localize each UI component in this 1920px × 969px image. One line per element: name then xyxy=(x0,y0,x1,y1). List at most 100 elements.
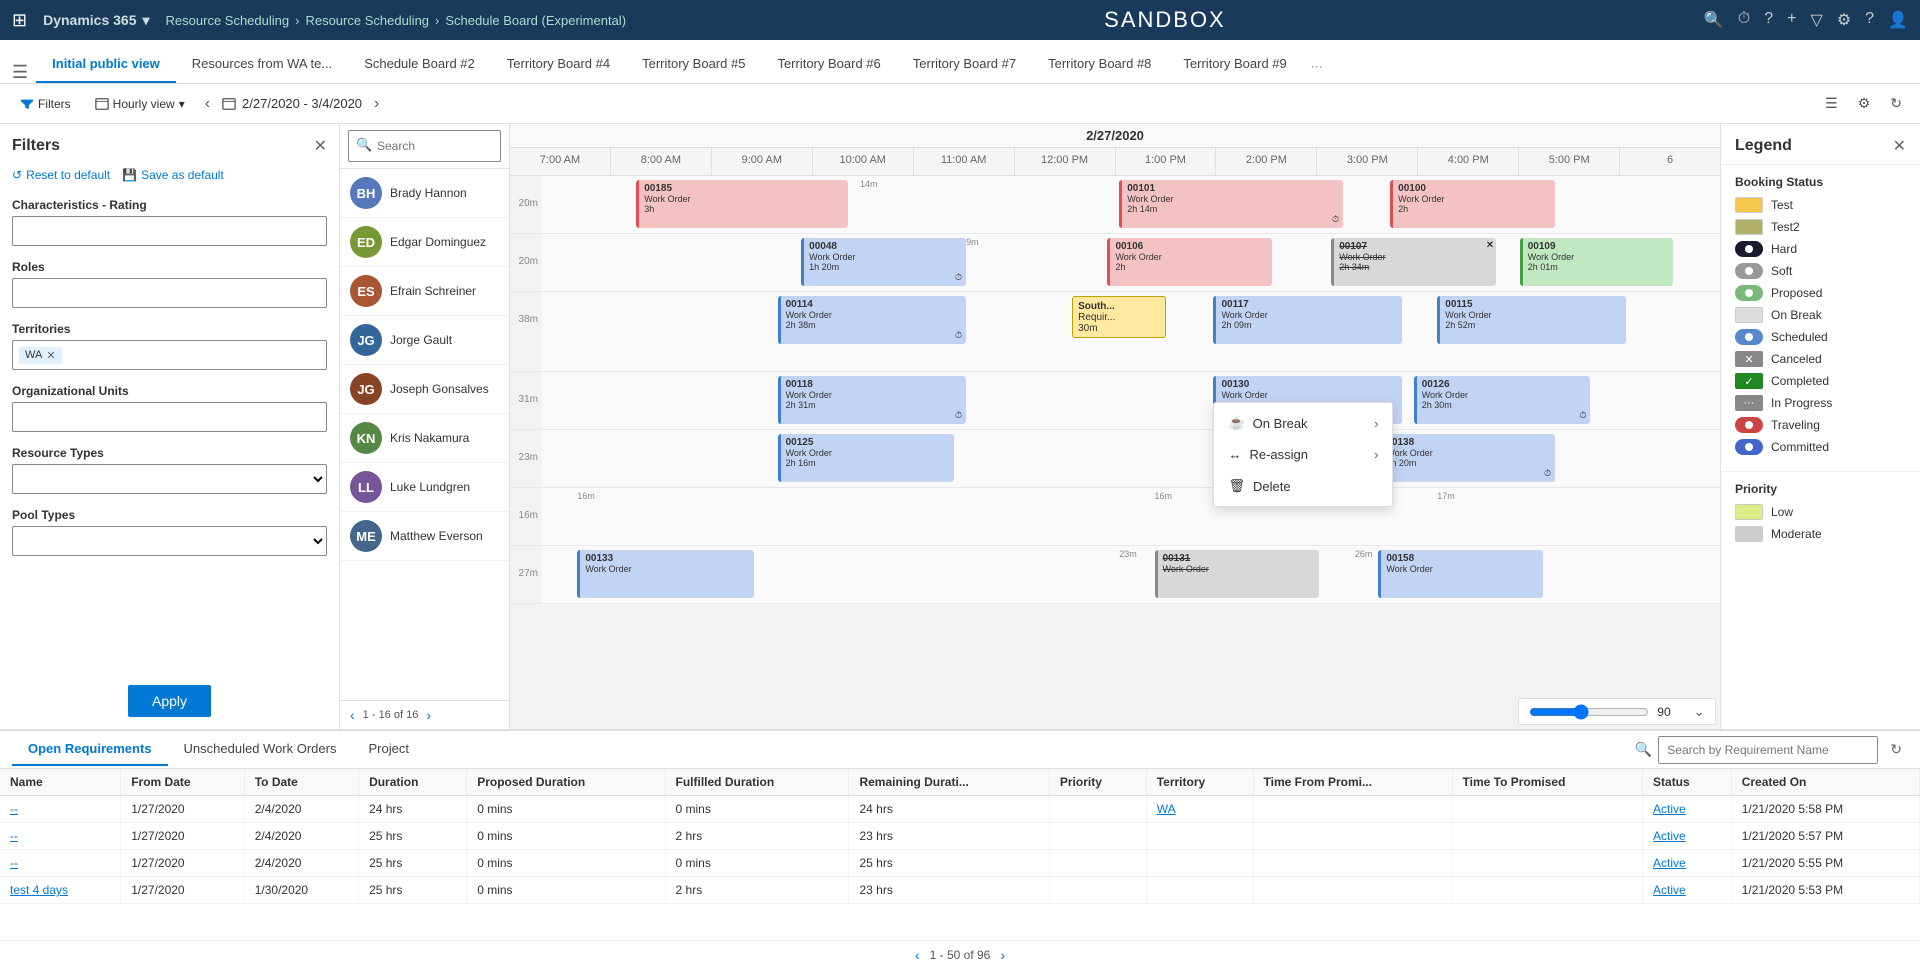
col-fulfilled-duration[interactable]: Fulfilled Duration xyxy=(665,769,849,796)
search-nav-icon[interactable]: 🔍 xyxy=(1704,10,1724,30)
timer-icon[interactable]: ⏱ xyxy=(1738,10,1750,30)
row1-name[interactable]: -- xyxy=(10,802,18,816)
bottom-search-input[interactable] xyxy=(1658,736,1878,764)
wo-00048[interactable]: 00048 Work Order 1h 20m ⏱ xyxy=(801,238,966,286)
reset-default-button[interactable]: ↺ Reset to default xyxy=(12,168,110,182)
resource-types-select[interactable] xyxy=(12,464,327,494)
tab-territory-9[interactable]: Territory Board #9 xyxy=(1167,46,1302,83)
tab-unscheduled-work-orders[interactable]: Unscheduled Work Orders xyxy=(168,733,353,766)
row4-status[interactable]: Active xyxy=(1653,883,1686,897)
bottom-next-button[interactable]: › xyxy=(1000,947,1005,963)
hourly-view-button[interactable]: Hourly view ▾ xyxy=(87,93,193,115)
help-icon[interactable]: ? xyxy=(1865,10,1874,30)
tab-open-requirements[interactable]: Open Requirements xyxy=(12,733,168,766)
wo-00131[interactable]: 00131 Work Order xyxy=(1155,550,1320,598)
row1-territory[interactable]: WA xyxy=(1157,802,1176,816)
col-to-date[interactable]: To Date xyxy=(244,769,358,796)
tab-territory-8[interactable]: Territory Board #8 xyxy=(1032,46,1167,83)
tab-project[interactable]: Project xyxy=(352,733,424,766)
resource-item-brady[interactable]: BH Brady Hannon xyxy=(340,169,509,218)
wo-00117[interactable]: 00117 Work Order 2h 09m xyxy=(1213,296,1401,344)
col-from-date[interactable]: From Date xyxy=(121,769,245,796)
resource-item-matthew[interactable]: ME Matthew Everson xyxy=(340,512,509,561)
wo-00138[interactable]: 00138 Work Order 2h 20m ⏱ xyxy=(1378,434,1555,482)
columns-icon[interactable]: ☰ xyxy=(1819,91,1844,116)
tab-resources-wa[interactable]: Resources from WA te... xyxy=(176,46,348,83)
context-on-break[interactable]: ☕ On Break › xyxy=(1214,407,1392,439)
settings-icon[interactable]: ⚙ xyxy=(1837,10,1851,30)
pool-types-select[interactable] xyxy=(12,526,327,556)
bottom-refresh-button[interactable]: ↻ xyxy=(1884,737,1908,762)
wo-00109[interactable]: 00109 Work Order 2h 01m xyxy=(1520,238,1673,286)
context-delete[interactable]: 🗑 Delete xyxy=(1214,470,1392,502)
resource-item-efrain[interactable]: ES Efrain Schreiner xyxy=(340,267,509,316)
filters-button[interactable]: Filters xyxy=(12,93,79,115)
filter-icon[interactable]: ▽ xyxy=(1811,10,1823,30)
col-proposed-duration[interactable]: Proposed Duration xyxy=(467,769,665,796)
question-icon[interactable]: ? xyxy=(1764,10,1773,30)
row3-status[interactable]: Active xyxy=(1653,856,1686,870)
zoom-chevron[interactable]: ⌄ xyxy=(1693,703,1705,720)
wo-00185[interactable]: 00185 Work Order 3h xyxy=(636,180,848,228)
wo-00126[interactable]: 00126 Work Order 2h 30m ⏱ xyxy=(1414,376,1591,424)
tab-schedule-board-2[interactable]: Schedule Board #2 xyxy=(348,46,491,83)
legend-close-button[interactable]: ✕ xyxy=(1893,136,1906,156)
roles-input[interactable] xyxy=(12,278,327,308)
resource-item-jorge[interactable]: JG Jorge Gault xyxy=(340,316,509,365)
tab-territory-5[interactable]: Territory Board #5 xyxy=(626,46,761,83)
resource-next-button[interactable]: › xyxy=(426,707,431,723)
col-name[interactable]: Name xyxy=(0,769,121,796)
wo-00106[interactable]: 00106 Work Order 2h xyxy=(1107,238,1272,286)
bottom-prev-button[interactable]: ‹ xyxy=(915,947,920,963)
refresh-toolbar-icon[interactable]: ↻ xyxy=(1884,91,1908,116)
col-duration[interactable]: Duration xyxy=(359,769,467,796)
save-default-button[interactable]: 💾 Save as default xyxy=(122,168,224,182)
wo-00107[interactable]: 00107 Work Order 2h 34m ✕ xyxy=(1331,238,1496,286)
resource-item-luke[interactable]: LL Luke Lundgren xyxy=(340,463,509,512)
tab-territory-4[interactable]: Territory Board #4 xyxy=(491,46,626,83)
wo-00133[interactable]: 00133 Work Order xyxy=(577,550,754,598)
wo-00107-close[interactable]: ✕ xyxy=(1486,240,1494,251)
wo-00114[interactable]: 00114 Work Order 2h 38m ⏱ xyxy=(778,296,966,344)
user-icon[interactable]: 👤 xyxy=(1888,10,1908,30)
apply-button[interactable]: Apply xyxy=(128,685,211,717)
wo-00115[interactable]: 00115 Work Order 2h 52m xyxy=(1437,296,1625,344)
wo-00125[interactable]: 00125 Work Order 2h 16m xyxy=(778,434,955,482)
nav-hamburger[interactable]: ☰ xyxy=(12,62,28,83)
col-remaining-duration[interactable]: Remaining Durati... xyxy=(849,769,1049,796)
breadcrumb-nav3[interactable]: Schedule Board (Experimental) xyxy=(445,13,626,28)
wo-00118[interactable]: 00118 Work Order 2h 31m ⏱ xyxy=(778,376,966,424)
wo-00158[interactable]: 00158 Work Order xyxy=(1378,550,1543,598)
brand-dropdown[interactable]: ▾ xyxy=(143,12,150,29)
col-time-to[interactable]: Time To Promised xyxy=(1452,769,1643,796)
row2-name[interactable]: -- xyxy=(10,829,18,843)
row1-status[interactable]: Active xyxy=(1653,802,1686,816)
col-time-from[interactable]: Time From Promi... xyxy=(1253,769,1452,796)
date-prev-button[interactable]: ‹ xyxy=(201,93,214,115)
territories-input[interactable]: WA ✕ xyxy=(12,340,327,370)
breadcrumb-nav2[interactable]: Resource Scheduling xyxy=(305,13,429,28)
resource-prev-button[interactable]: ‹ xyxy=(350,707,355,723)
date-next-button[interactable]: › xyxy=(370,93,383,115)
context-reassign[interactable]: ↔ Re-assign › xyxy=(1214,439,1392,470)
row2-status[interactable]: Active xyxy=(1653,829,1686,843)
tab-more[interactable]: ··· xyxy=(1303,49,1331,83)
col-territory[interactable]: Territory xyxy=(1146,769,1253,796)
row3-name[interactable]: -- xyxy=(10,856,18,870)
south-requirement[interactable]: South... Requir... 30m xyxy=(1072,296,1166,338)
wo-00100[interactable]: 00100 Work Order 2h xyxy=(1390,180,1555,228)
org-units-input[interactable] xyxy=(12,402,327,432)
breadcrumb-nav1[interactable]: Resource Scheduling xyxy=(166,13,290,28)
settings-toolbar-icon[interactable]: ⚙ xyxy=(1852,91,1877,116)
apps-icon[interactable]: ⊞ xyxy=(12,10,27,31)
wo-00101[interactable]: 00101 Work Order 2h 14m ⏱ xyxy=(1119,180,1343,228)
zoom-slider[interactable] xyxy=(1529,704,1649,720)
plus-icon[interactable]: + xyxy=(1787,10,1796,30)
tab-initial-public-view[interactable]: Initial public view xyxy=(36,46,176,83)
resource-item-kris[interactable]: KN Kris Nakamura xyxy=(340,414,509,463)
tab-territory-6[interactable]: Territory Board #6 xyxy=(761,46,896,83)
col-status[interactable]: Status xyxy=(1643,769,1732,796)
col-created-on[interactable]: Created On xyxy=(1731,769,1919,796)
characteristics-input[interactable] xyxy=(12,216,327,246)
resource-item-edgar[interactable]: ED Edgar Dominguez xyxy=(340,218,509,267)
